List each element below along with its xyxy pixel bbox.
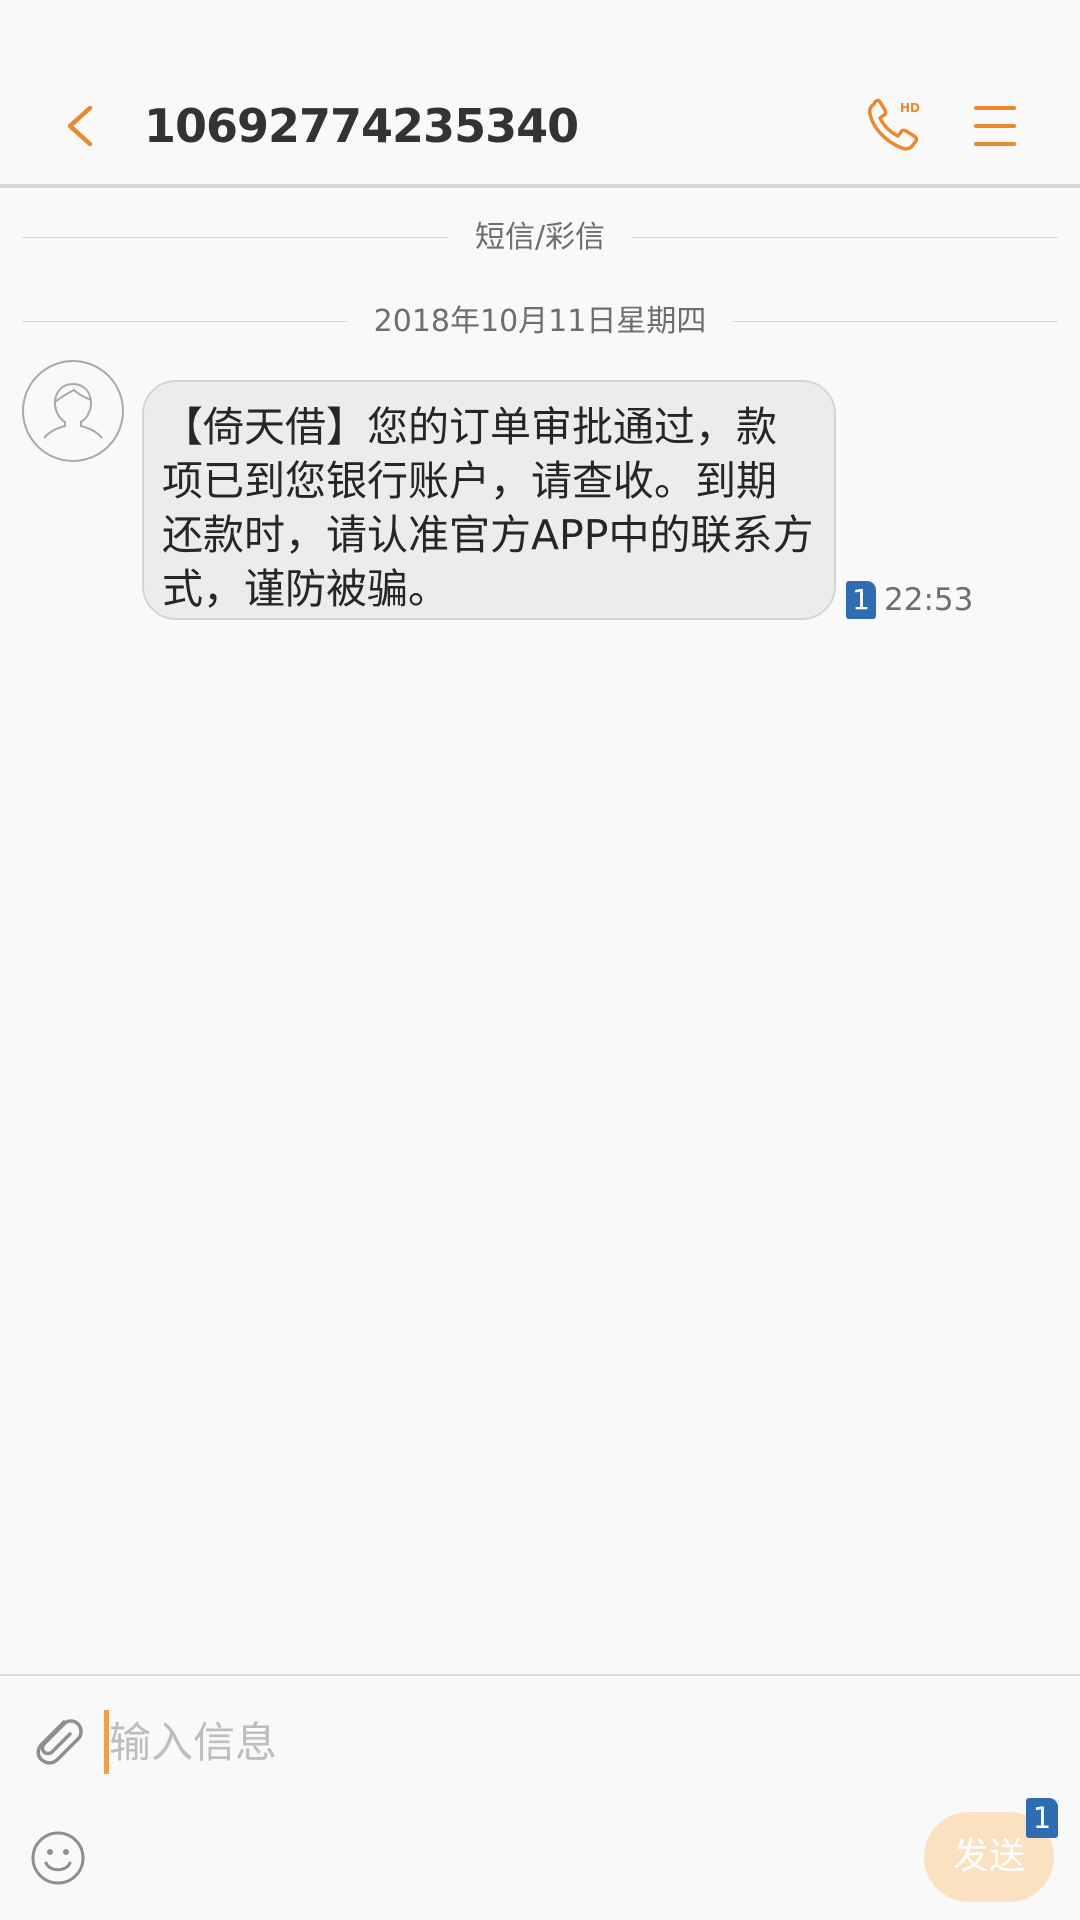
message-text: 【倚天借】您的订单审批通过，款项已到您银行账户，请查收。到期还款时，请认准官方A…: [162, 403, 814, 613]
message-bubble[interactable]: 【倚天借】您的订单审批通过，款项已到您银行账户，请查收。到期还款时，请认准官方A…: [142, 380, 836, 620]
contact-title: 10692774235340: [144, 99, 579, 153]
date-label: 2018年10月11日星期四: [347, 302, 733, 342]
back-button[interactable]: [58, 96, 106, 156]
app-header: 10692774235340 HD: [0, 0, 1080, 186]
message-input[interactable]: [104, 1710, 904, 1774]
message-meta: 1 22:53: [846, 580, 973, 620]
sim-card-icon: 1: [846, 581, 876, 619]
send-sim-card-icon: 1: [1026, 1798, 1058, 1838]
composer-divider: [0, 1674, 1080, 1676]
emoji-button[interactable]: [30, 1830, 86, 1886]
avatar[interactable]: [22, 360, 124, 462]
hd-call-button[interactable]: HD: [864, 96, 924, 156]
paperclip-icon: [36, 1719, 83, 1765]
attach-button[interactable]: [28, 1708, 84, 1768]
message-type-label: 短信/彩信: [448, 218, 632, 258]
hd-call-icon: HD: [868, 98, 920, 151]
smiley-icon: [31, 1831, 85, 1885]
date-divider: 2018年10月11日星期四: [22, 302, 1058, 342]
menu-icon: [974, 106, 1016, 146]
hd-badge: HD: [900, 101, 920, 115]
chevron-left-icon: [67, 105, 93, 147]
message-type-divider: 短信/彩信: [22, 218, 1058, 258]
header-divider: [0, 184, 1080, 188]
menu-button[interactable]: [972, 102, 1018, 150]
message-timestamp: 22:53: [884, 582, 974, 618]
person-silhouette-icon: [43, 383, 103, 439]
